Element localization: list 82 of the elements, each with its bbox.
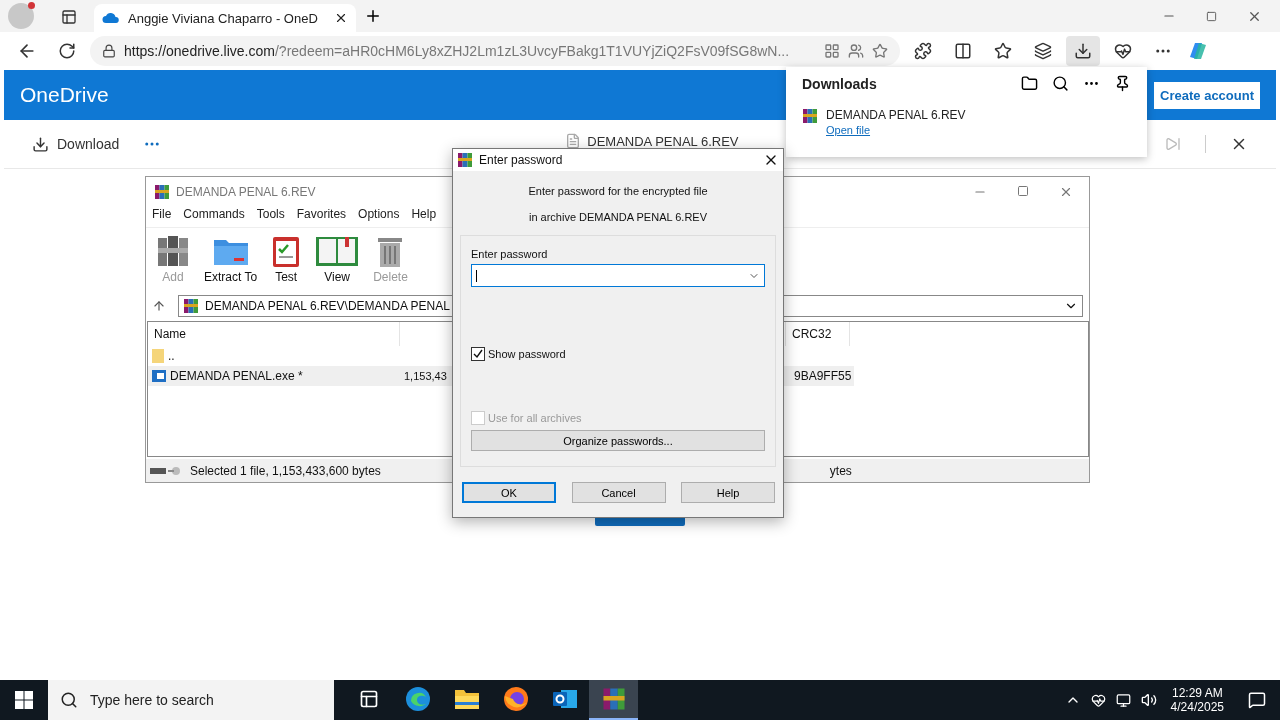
file-name: DEMANDA PENAL.exe *	[170, 369, 303, 383]
column-header[interactable]: CRC32	[786, 322, 850, 346]
program-icon	[152, 370, 166, 382]
organize-passwords-button[interactable]: Organize passwords...	[471, 430, 765, 451]
close-icon[interactable]	[334, 11, 348, 25]
volume-icon[interactable]	[1140, 692, 1157, 708]
path-text: DEMANDA PENAL 6.REV\DEMANDA PENAL	[205, 299, 450, 313]
archive-icon	[183, 298, 199, 314]
pin-icon[interactable]	[1114, 75, 1131, 92]
status-text: Selected 1 file, 1,153,433,600 bytes	[190, 463, 381, 478]
name-cell[interactable]: ..	[148, 346, 400, 366]
menu-item[interactable]: Tools	[256, 207, 285, 227]
downloads-icon[interactable]	[1066, 36, 1100, 66]
network-icon[interactable]	[1115, 692, 1131, 708]
column-header[interactable]: Name	[148, 322, 400, 346]
toolbar-button[interactable]: View	[315, 234, 360, 293]
tab-title: Anggie Viviana Chaparro - OneD	[128, 10, 319, 26]
file-icon	[565, 133, 582, 149]
search-field[interactable]: Type here to search	[48, 680, 334, 720]
profile-avatar[interactable]	[8, 3, 34, 29]
dialog-message: Enter password for the encrypted file	[527, 185, 709, 197]
up-icon[interactable]	[152, 299, 166, 313]
archive-icon	[154, 184, 170, 200]
folder-icon	[453, 688, 480, 710]
folder-icon	[152, 349, 164, 363]
window-title: DEMANDA PENAL 6.REV	[176, 185, 316, 199]
dialog-button[interactable]: Cancel	[571, 482, 666, 503]
checksum: 9BA9FF55	[794, 369, 852, 383]
toolbar-button[interactable]: Extract To	[204, 234, 258, 293]
address-bar[interactable]: https://onedrive.live.com/?redeem=aHR0cHM6Ly8xZHJ2Lm1zL3UvcyFBakg1T1VUYjZiQ2FsV09fSG8wN...	[90, 36, 900, 66]
name-cell[interactable]: DEMANDA PENAL.exe *	[148, 366, 400, 386]
clock-date: 4/24/2025	[1170, 700, 1224, 714]
search-placeholder: Type here to search	[90, 692, 214, 708]
book-icon	[315, 234, 360, 268]
checkmark-icon	[473, 349, 483, 359]
cloud-icon	[102, 12, 120, 24]
dialog-title: Enter password	[479, 153, 563, 167]
field-label: Enter password	[471, 248, 549, 260]
dialog-button[interactable]: Help	[681, 482, 775, 503]
checkbox-option[interactable]: Show password	[471, 347, 765, 361]
status-text: ytes	[829, 463, 852, 478]
search-icon[interactable]	[1052, 75, 1069, 92]
search-icon	[60, 691, 78, 709]
notifications-icon[interactable]	[1248, 691, 1266, 709]
download-icon	[32, 135, 49, 153]
apps-icon[interactable]	[824, 43, 840, 59]
clock-time: 12:29 AM	[1171, 686, 1223, 700]
file-size: 1,153,43	[404, 370, 447, 382]
password-field[interactable]	[471, 264, 765, 287]
file-name: ..	[168, 349, 175, 363]
menu-item[interactable]: Options	[358, 207, 400, 227]
clipboard-icon	[271, 234, 302, 268]
maximize-icon[interactable]	[1017, 185, 1029, 197]
lock-icon	[102, 44, 116, 58]
favorite-icon[interactable]	[872, 43, 888, 59]
archive-icon	[802, 108, 818, 124]
download-button[interactable]: Download	[32, 135, 120, 153]
menu-item[interactable]: Favorites	[296, 207, 347, 227]
firefox-icon	[502, 686, 529, 712]
panel-title: Downloads	[802, 75, 878, 92]
browser-tab[interactable]: Anggie Viviana Chaparro - OneD	[94, 4, 356, 32]
menu-item[interactable]: File	[152, 207, 172, 227]
edge-icon	[404, 686, 431, 712]
task-view-icon	[358, 689, 379, 709]
dialog-button[interactable]: OK	[462, 482, 556, 503]
url-text: https://onedrive.live.com/?redeem=aHR0cHM6Ly8xZHJ2Lm1zL3UvcyFBakg1T1VUYjZiQ2FsV09fSG8wN...	[124, 43, 790, 59]
menu-item[interactable]: Help	[411, 207, 437, 227]
books-icon	[156, 234, 190, 268]
download-name: DEMANDA PENAL 6.REV	[826, 108, 966, 122]
restore-icon[interactable]	[1206, 10, 1217, 22]
menu-item[interactable]: Commands	[183, 207, 245, 227]
new-tab-icon[interactable]	[364, 7, 382, 25]
dialog-message: in archive DEMANDA PENAL 6.REV	[527, 211, 709, 223]
folder-icon[interactable]	[1021, 75, 1038, 92]
file-name: DEMANDA PENAL 6.REV	[587, 134, 739, 148]
toolbar-button[interactable]: Test	[271, 234, 302, 293]
open-file-link[interactable]: Open file	[826, 124, 966, 136]
brand-name: OneDrive	[20, 83, 109, 107]
archive-icon	[601, 687, 626, 711]
outlook-icon	[551, 687, 578, 711]
archive-icon	[457, 152, 473, 168]
create-account-button[interactable]: Create account	[1154, 81, 1260, 109]
